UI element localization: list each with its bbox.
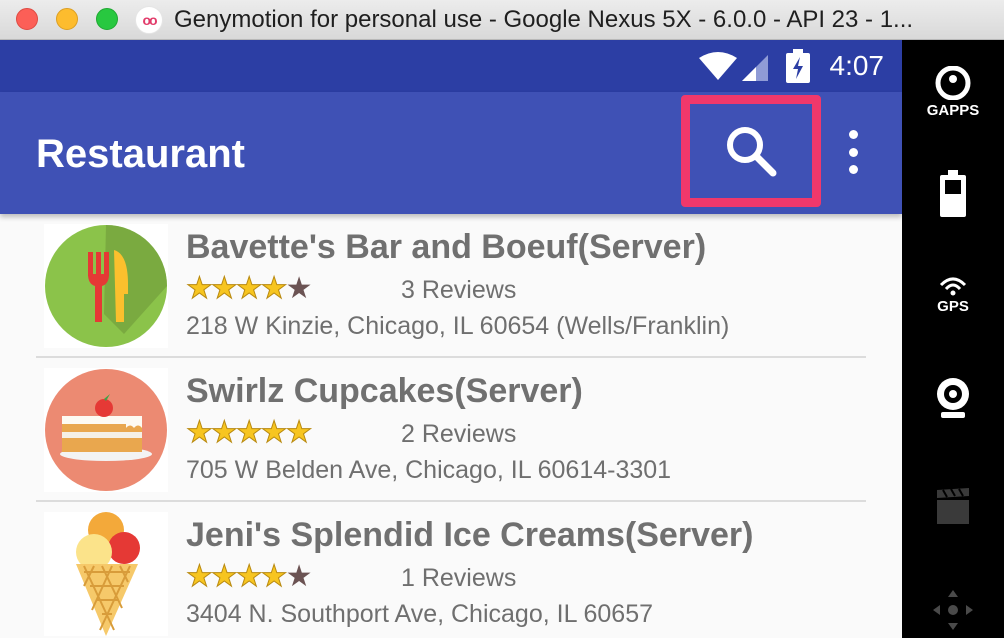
gapps-label: GAPPS	[926, 102, 980, 119]
restaurant-address: 705 W Belden Ave, Chicago, IL 60614-3301	[186, 456, 672, 484]
restaurant-thumbnail	[44, 368, 168, 492]
rating-stars: ★★★★★	[185, 416, 312, 450]
app-title: Restaurant	[36, 132, 245, 176]
wifi-icon	[699, 52, 737, 80]
dpad-icon	[933, 590, 973, 630]
gps-button[interactable]: GPS	[902, 276, 1004, 315]
battery-icon	[940, 170, 966, 217]
dpad-button[interactable]	[902, 588, 1004, 632]
cell-signal-icon	[742, 55, 768, 81]
gps-label: GPS	[937, 298, 969, 315]
restaurant-list: Bavette's Bar and Boeuf(Server) ★★★★★ 3 …	[0, 214, 902, 638]
clapperboard-icon	[937, 488, 969, 524]
minimize-window-button[interactable]	[56, 8, 78, 30]
overflow-menu-button[interactable]	[838, 130, 868, 174]
restaurant-address: 3404 N. Southport Ave, Chicago, IL 60657	[186, 600, 654, 628]
gps-icon	[939, 277, 967, 296]
ice-cream-icon	[76, 512, 140, 636]
gapps-icon	[935, 66, 971, 100]
genymotion-logo-icon: oo	[135, 6, 163, 34]
window-title: Genymotion for personal use - Google Nex…	[174, 6, 914, 33]
cake-icon	[45, 369, 167, 491]
rating-stars: ★★★★★	[186, 272, 313, 306]
fork-knife-icon	[45, 225, 167, 347]
app-toolbar: Restaurant	[0, 92, 902, 214]
restaurant-name: Jeni's Splendid Ice Creams(Server)	[186, 516, 754, 554]
list-item[interactable]: Bavette's Bar and Boeuf(Server) ★★★★★ 3 …	[0, 214, 902, 358]
restaurant-thumbnail	[44, 224, 168, 348]
more-vert-icon	[848, 130, 858, 139]
emulator-toolbar: GAPPS GPS	[902, 40, 1004, 638]
review-count: 3 Reviews	[401, 276, 517, 304]
restaurant-name: Bavette's Bar and Boeuf(Server)	[186, 228, 707, 266]
webcam-icon	[937, 378, 969, 418]
list-item[interactable]: Jeni's Splendid Ice Creams(Server) ★★★★★…	[0, 502, 902, 638]
review-count: 1 Reviews	[401, 564, 517, 592]
battery-charging-icon	[786, 49, 810, 83]
review-count: 2 Reviews	[401, 420, 517, 448]
status-bar: 4:07	[0, 40, 902, 92]
maximize-window-button[interactable]	[96, 8, 118, 30]
gapps-button[interactable]: GAPPS	[902, 66, 1004, 119]
restaurant-name: Swirlz Cupcakes(Server)	[186, 372, 583, 410]
restaurant-address: 218 W Kinzie, Chicago, IL 60654 (Wells/F…	[186, 312, 730, 340]
list-item[interactable]: Swirlz Cupcakes(Server) ★★★★★ 2 Reviews …	[0, 358, 902, 502]
screencast-button[interactable]	[902, 486, 1004, 526]
search-icon	[727, 127, 777, 177]
device-screen: 4:07 Restaurant Bavette's Bar and Boeuf(…	[0, 40, 902, 638]
close-window-button[interactable]	[16, 8, 38, 30]
restaurant-thumbnail	[44, 512, 168, 636]
window-titlebar: oo Genymotion for personal use - Google …	[0, 0, 1004, 40]
search-button[interactable]	[681, 95, 821, 207]
rating-stars: ★★★★★	[186, 560, 313, 594]
webcam-button[interactable]	[902, 376, 1004, 420]
status-time: 4:07	[829, 50, 885, 81]
battery-button[interactable]	[902, 170, 1004, 218]
